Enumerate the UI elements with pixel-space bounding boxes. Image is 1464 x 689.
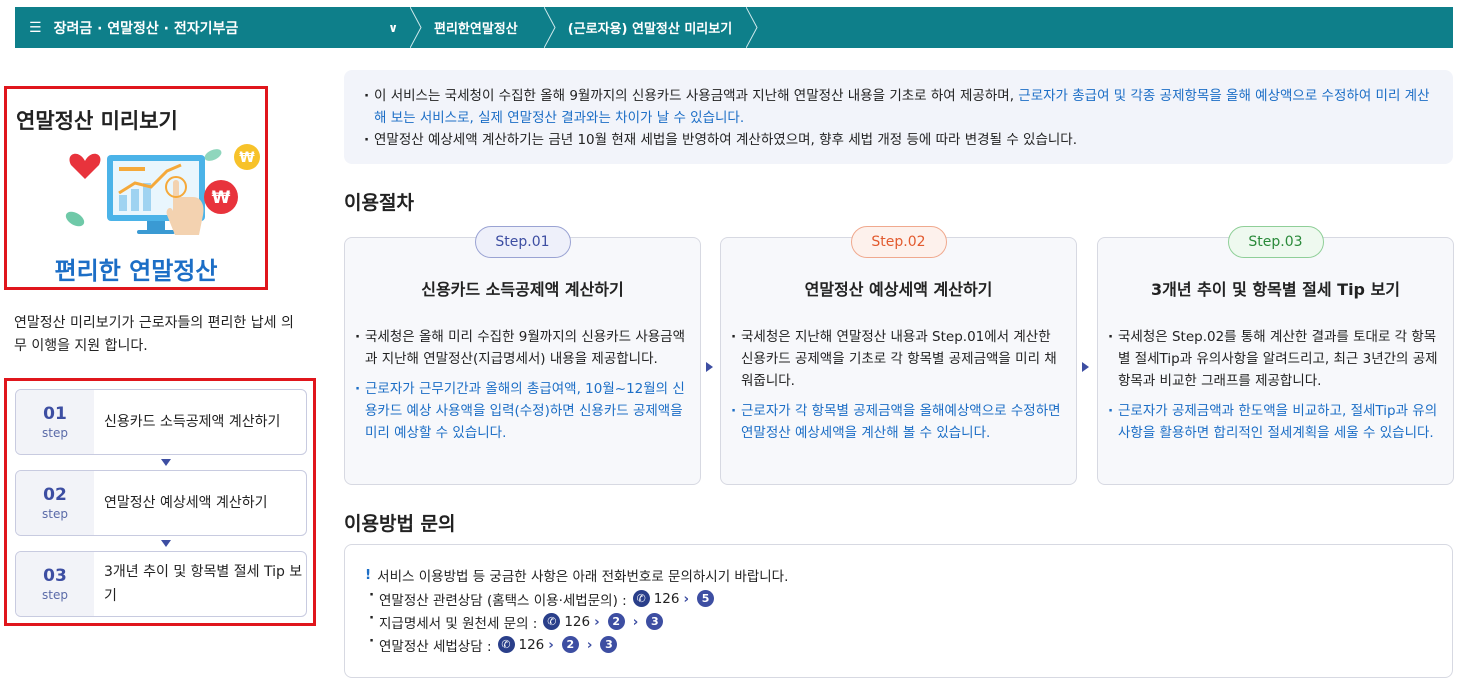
option-number: 3 bbox=[646, 613, 664, 630]
step-number-caption: step bbox=[42, 507, 68, 521]
chevron-right-icon: › bbox=[548, 636, 554, 653]
step-card-title: 연말정산 예상세액 계산하기 bbox=[804, 280, 993, 299]
chevron-down-icon: ∨ bbox=[388, 20, 398, 35]
main-menu-label: 장려금 · 연말정산 · 전자기부금 bbox=[53, 20, 239, 37]
step-number-caption: step bbox=[42, 588, 68, 602]
procedure-heading: 이용절차 bbox=[344, 192, 414, 214]
top-navigation-bar: ☰ 장려금 · 연말정산 · 전자기부금 ∨ 편리한연말정산 (근로자용) 연말… bbox=[15, 7, 1453, 48]
step-card-text: 국세청은 올해 미리 수집한 9월까지의 신용카드 사용금액과 지난해 연말정산… bbox=[355, 326, 691, 370]
step-card-body: 국세청은 올해 미리 수집한 9월까지의 신용카드 사용금액과 지난해 연말정산… bbox=[355, 326, 691, 452]
inquiry-heading: 이용방법 문의 bbox=[344, 513, 456, 535]
step-navigation: 01 step 신용카드 소득공제액 계산하기 02 step 연말정산 예상세… bbox=[4, 378, 316, 626]
inquiry-box: ! 서비스 이용방법 등 궁금한 사항은 아래 전화번호로 문의하시기 바랍니다… bbox=[344, 544, 1453, 678]
notice-line-2: 연말정산 예상세액 계산하기는 금년 10월 현재 세법을 반영하여 계산하였으… bbox=[364, 129, 1435, 151]
step-badge: Step.03 bbox=[1227, 226, 1324, 258]
inquiry-row-label: 연말정산 관련상담 (홈택스 이용·세법문의) : bbox=[379, 592, 627, 609]
step-card-body: 국세청은 지난해 연말정산 내용과 Step.01에서 계산한 신용카드 공제액… bbox=[731, 326, 1067, 452]
step-badge: Step.01 bbox=[474, 226, 571, 258]
step-number-value: 01 bbox=[43, 404, 67, 424]
step-card-2: Step.02 연말정산 예상세액 계산하기 국세청은 지난해 연말정산 내용과… bbox=[720, 226, 1077, 485]
step-item-01[interactable]: 01 step 신용카드 소득공제액 계산하기 bbox=[15, 389, 307, 455]
hamburger-icon: ☰ bbox=[29, 19, 42, 36]
chevron-right-icon: › bbox=[632, 613, 639, 630]
step-label: 신용카드 소득공제액 계산하기 bbox=[104, 414, 281, 430]
inquiry-row: 지급명세서 및 원천세 문의 : ✆ 126 › 2 › 3 bbox=[365, 610, 1452, 633]
breadcrumb-item-1[interactable]: 편리한연말정산 bbox=[410, 7, 544, 48]
phone-icon: ✆ bbox=[632, 590, 650, 607]
step-number: 01 step bbox=[16, 390, 94, 454]
phone-icon: ✆ bbox=[497, 636, 515, 653]
step-card-text-highlight: 근로자가 각 항목별 공제금액을 올해예상액으로 수정하면 연말정산 예상세액을… bbox=[731, 400, 1067, 444]
step-card-text: 국세청은 Step.02를 통해 계산한 결과를 토대로 각 항목별 절세Tip… bbox=[1108, 326, 1444, 392]
arrow-right-icon bbox=[706, 362, 713, 372]
inquiry-lead-text: 서비스 이용방법 등 궁금한 사항은 아래 전화번호로 문의하시기 바랍니다. bbox=[377, 569, 789, 585]
step-label: 연말정산 예상세액 계산하기 bbox=[104, 495, 268, 511]
service-notice: 이 서비스는 국세청이 수집한 올해 9월까지의 신용카드 사용금액과 지난해 … bbox=[344, 70, 1453, 164]
option-number: 2 bbox=[607, 613, 625, 630]
exclamation-icon: ! bbox=[365, 567, 372, 583]
main-menu-button[interactable]: ☰ 장려금 · 연말정산 · 전자기부금 ∨ bbox=[15, 7, 410, 48]
chevron-right-icon: › bbox=[594, 613, 600, 630]
step-label: 3개년 추이 및 항목별 절세 Tip 보기 bbox=[104, 564, 303, 604]
step-card-title: 신용카드 소득공제액 계산하기 bbox=[421, 280, 624, 299]
inquiry-row: 연말정산 관련상담 (홈택스 이용·세법문의) : ✆ 126 › 5 bbox=[365, 587, 1452, 610]
breadcrumb-label: (근로자용) 연말정산 미리보기 bbox=[567, 22, 733, 37]
step-card-body: 국세청은 Step.02를 통해 계산한 결과를 토대로 각 항목별 절세Tip… bbox=[1108, 326, 1444, 452]
notice-line-1: 이 서비스는 국세청이 수집한 올해 9월까지의 신용카드 사용금액과 지난해 … bbox=[364, 85, 1435, 129]
inquiry-row: 연말정산 세법상담 : ✆ 126 › 2 › 3 bbox=[365, 633, 1452, 656]
phone-number: 126 bbox=[564, 613, 591, 630]
svg-text:₩: ₩ bbox=[212, 188, 231, 208]
option-number: 5 bbox=[697, 590, 715, 607]
step-number-value: 03 bbox=[43, 566, 67, 586]
arrow-down-icon bbox=[161, 459, 171, 466]
breadcrumb-separator-icon bbox=[543, 7, 556, 48]
tax-preview-illustration: ₩ ₩ bbox=[65, 144, 260, 235]
breadcrumb-label: 편리한연말정산 bbox=[434, 22, 518, 37]
top-navigation: ☰ 장려금 · 연말정산 · 전자기부금 ∨ 편리한연말정산 (근로자용) 연말… bbox=[0, 0, 1464, 49]
step-number-caption: step bbox=[42, 426, 68, 440]
step-item-02[interactable]: 02 step 연말정산 예상세액 계산하기 bbox=[15, 470, 307, 536]
breadcrumb-separator-icon bbox=[410, 7, 422, 48]
svg-text:₩: ₩ bbox=[239, 150, 255, 166]
step-number: 03 step bbox=[16, 552, 94, 616]
step-number-value: 02 bbox=[43, 485, 67, 505]
service-description: 연말정산 미리보기가 근로자들의 편리한 납세 의무 이행을 지원 합니다. bbox=[14, 315, 294, 354]
phone-icon: ✆ bbox=[543, 613, 561, 630]
breadcrumb-separator-icon bbox=[746, 7, 758, 48]
inquiry-row-label: 연말정산 세법상담 : bbox=[379, 638, 492, 655]
inquiry-row-label: 지급명세서 및 원천세 문의 : bbox=[379, 615, 538, 632]
step-card-text-highlight: 근로자가 공제금액과 한도액을 비교하고, 절세Tip과 유의사항을 활용하면 … bbox=[1108, 400, 1444, 444]
step-number: 02 step bbox=[16, 471, 94, 535]
promo-subtitle: 편리한 연말정산 bbox=[54, 257, 218, 285]
chevron-right-icon: › bbox=[683, 590, 690, 607]
step-card-3: Step.03 3개년 추이 및 항목별 절세 Tip 보기 국세청은 Step… bbox=[1097, 226, 1454, 485]
option-number: 2 bbox=[561, 636, 579, 653]
phone-number: 126 bbox=[518, 636, 545, 653]
step-card-title: 3개년 추이 및 항목별 절세 Tip 보기 bbox=[1150, 280, 1401, 299]
phone-number: 126 bbox=[653, 590, 680, 607]
inquiry-lead: ! 서비스 이용방법 등 궁금한 사항은 아래 전화번호로 문의하시기 바랍니다… bbox=[365, 563, 1452, 587]
breadcrumb-item-2[interactable]: (근로자용) 연말정산 미리보기 bbox=[543, 7, 758, 48]
promo-title: 연말정산 미리보기 bbox=[16, 109, 178, 133]
step-card-1: Step.01 신용카드 소득공제액 계산하기 국세청은 올해 미리 수집한 9… bbox=[344, 226, 701, 485]
step-item-03[interactable]: 03 step 3개년 추이 및 항목별 절세 Tip 보기 bbox=[15, 551, 307, 617]
promo-panel: 연말정산 미리보기 ₩ ₩ 편리한 연말정산 bbox=[4, 86, 268, 290]
step-badge: Step.02 bbox=[850, 226, 947, 258]
arrow-down-icon bbox=[161, 540, 171, 547]
chevron-right-icon: › bbox=[586, 636, 593, 653]
option-number: 3 bbox=[600, 636, 618, 653]
step-card-text: 국세청은 지난해 연말정산 내용과 Step.01에서 계산한 신용카드 공제액… bbox=[731, 326, 1067, 392]
arrow-right-icon bbox=[1082, 362, 1089, 372]
step-card-text-highlight: 근로자가 근무기간과 올해의 총급여액, 10월~12월의 신용카드 예상 사용… bbox=[355, 378, 691, 444]
